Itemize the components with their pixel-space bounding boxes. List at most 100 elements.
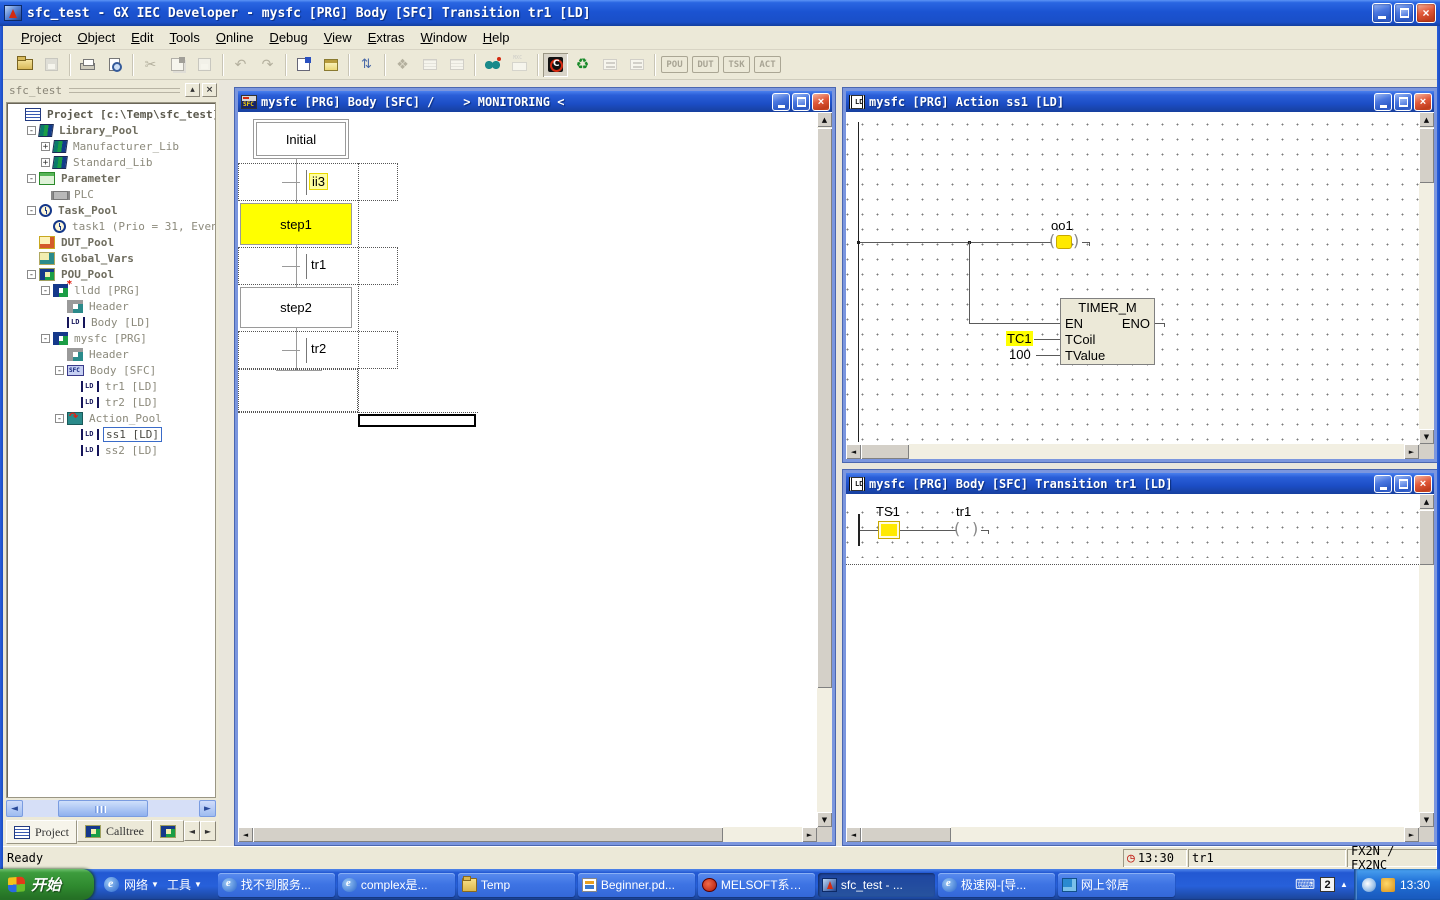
contact-ts1-label[interactable]: TS1 <box>876 504 900 519</box>
scroll-right-arrow[interactable]: ► <box>199 800 216 817</box>
scroll-left-arrow[interactable]: ◄ <box>846 444 861 459</box>
taskbar-task-button[interactable]: complex是... <box>338 873 455 897</box>
sfc-step1-active[interactable]: step1 <box>240 203 352 245</box>
taskbar-task-button[interactable]: Beginner.pd... <box>578 873 695 897</box>
tree-expander[interactable] <box>41 158 50 167</box>
cut-button[interactable]: ✂ <box>138 53 163 77</box>
mxchange-button[interactable] <box>507 53 532 77</box>
print-preview-button[interactable] <box>102 53 127 77</box>
scroll-up-arrow[interactable]: ▲ <box>1419 112 1434 127</box>
sfc-transition-1[interactable]: ii3 <box>309 173 328 190</box>
scroll-thumb[interactable] <box>253 827 723 842</box>
taskbar-task-button[interactable]: 网上邻居 <box>1058 873 1175 897</box>
ime-indicator[interactable]: 2 <box>1320 877 1335 892</box>
tab-scroll-left[interactable]: ◄ <box>184 821 200 841</box>
tree-item[interactable]: Global_Vars <box>9 250 215 266</box>
pane-close-button[interactable]: × <box>202 83 217 97</box>
sfc-initial-step[interactable]: Initial <box>253 119 349 159</box>
transition-ladder-canvas[interactable]: TS1 tr1 ( ) <box>846 494 1419 827</box>
contact-ts1-energized[interactable] <box>878 521 900 539</box>
tree-item[interactable]: Manufacturer_Lib <box>9 138 215 154</box>
tree-item[interactable]: Library_Pool <box>9 122 215 138</box>
sfc-hscrollbar[interactable]: ◄ ► <box>238 827 817 842</box>
tree-expander[interactable] <box>41 286 50 295</box>
minimize-button[interactable] <box>1372 3 1392 23</box>
tree-expander[interactable] <box>55 414 64 423</box>
scroll-thumb[interactable] <box>1419 510 1434 565</box>
quick-item[interactable]: 网络 <box>124 876 148 893</box>
operand-tc1[interactable]: TC1 <box>1006 331 1033 346</box>
tree-item[interactable]: Header <box>9 298 215 314</box>
tree-item[interactable]: ss2 [LD] <box>9 442 215 458</box>
taskbar-task-button[interactable]: Temp <box>458 873 575 897</box>
sfc-transition-2[interactable]: tr1 <box>309 257 328 272</box>
scroll-up-arrow[interactable]: ▲ <box>1419 494 1434 509</box>
scroll-down-arrow[interactable]: ▼ <box>1419 812 1434 827</box>
tree-item[interactable]: Task_Pool <box>9 202 215 218</box>
refresh-button[interactable]: ♻ <box>570 53 595 77</box>
menu-item[interactable]: View <box>316 27 360 48</box>
menu-item[interactable]: Tools <box>161 27 207 48</box>
tree-expander[interactable] <box>27 174 36 183</box>
project-window-button[interactable] <box>318 53 343 77</box>
tab-scroll-right[interactable]: ► <box>200 821 216 841</box>
tree-expander[interactable] <box>27 126 36 135</box>
sfc-window-titlebar[interactable]: mysfc [PRG] Body [SFC] / > MONITORING < … <box>238 91 832 112</box>
tree-item[interactable]: Header <box>9 346 215 362</box>
tree-item[interactable]: POU_Pool <box>9 266 215 282</box>
properties-button[interactable] <box>291 53 316 77</box>
tray-collapse-arrow[interactable]: ▲ <box>1340 880 1348 889</box>
coil-tr1-label[interactable]: tr1 <box>956 504 971 519</box>
menu-item[interactable]: Edit <box>123 27 161 48</box>
coil-left-paren[interactable]: ( <box>1049 231 1055 250</box>
project-tree-hscrollbar[interactable]: ◄ ► <box>6 800 216 817</box>
menu-item[interactable]: Window <box>413 27 475 48</box>
sfc-maximize-button[interactable] <box>792 93 810 111</box>
scroll-thumb[interactable] <box>861 444 909 459</box>
paste-button[interactable] <box>192 53 217 77</box>
sfc-empty-cell[interactable] <box>238 369 358 412</box>
scroll-thumb[interactable] <box>1419 128 1434 183</box>
transition-minimize-button[interactable] <box>1374 475 1392 493</box>
tray-volume-icon[interactable] <box>1381 878 1395 892</box>
copy-button[interactable] <box>165 53 190 77</box>
menu-item[interactable]: Online <box>208 27 262 48</box>
print-button[interactable] <box>75 53 100 77</box>
undo-button[interactable]: ↶ <box>228 53 253 77</box>
tree-expander[interactable] <box>55 366 64 375</box>
sfc-transition-3[interactable]: tr2 <box>309 341 328 356</box>
tree-item[interactable]: Action_Pool <box>9 410 215 426</box>
scroll-thumb[interactable] <box>861 827 951 842</box>
new-act-button[interactable]: ACT <box>754 56 781 73</box>
action-minimize-button[interactable] <box>1374 93 1392 111</box>
tab-calltree[interactable]: Calltree <box>77 820 152 842</box>
monitor-comm-button[interactable] <box>480 53 505 77</box>
keyboard-icon[interactable]: ⌨ <box>1295 877 1315 893</box>
save-button[interactable] <box>39 53 64 77</box>
monitoring-mode-button[interactable] <box>543 53 568 77</box>
transition-close-button[interactable]: × <box>1414 475 1432 493</box>
pane-dock-button[interactable]: ▴ <box>185 83 200 97</box>
restore-button[interactable] <box>1394 3 1414 23</box>
start-button[interactable]: 开始 <box>0 869 94 900</box>
action-close-button[interactable]: × <box>1414 93 1432 111</box>
step-mode2-button[interactable] <box>624 53 649 77</box>
tree-expander[interactable] <box>27 270 36 279</box>
menu-item[interactable]: Debug <box>261 27 315 48</box>
new-tsk-button[interactable]: TSK <box>723 56 750 73</box>
transfer-button[interactable]: ⇅ <box>354 53 379 77</box>
coil-right-paren[interactable]: ) <box>1073 231 1079 250</box>
coil-left-paren[interactable]: ( <box>954 519 960 538</box>
action-window-titlebar[interactable]: mysfc [PRG] Action ss1 [LD] × <box>846 91 1434 112</box>
taskbar-task-button[interactable]: 极速网-[导... <box>938 873 1055 897</box>
menu-item[interactable]: Extras <box>360 27 413 48</box>
tab-project[interactable]: Project <box>6 820 77 844</box>
action-ladder-canvas[interactable]: oo1 ( ) TIMER_M EN ENO TCoil TValue TC1 <box>846 112 1419 444</box>
scroll-right-arrow[interactable]: ► <box>1404 444 1419 459</box>
new-dut-button[interactable]: DUT <box>692 56 719 73</box>
new-pou-button[interactable]: POU <box>661 56 688 73</box>
step-mode-button[interactable] <box>597 53 622 77</box>
pane-grip[interactable] <box>69 88 180 93</box>
tree-item[interactable]: task1 (Prio = 31, Event <box>9 218 215 234</box>
sfc-editor-canvas[interactable]: Initial ii3 step1 tr1 step2 tr <box>238 112 817 827</box>
